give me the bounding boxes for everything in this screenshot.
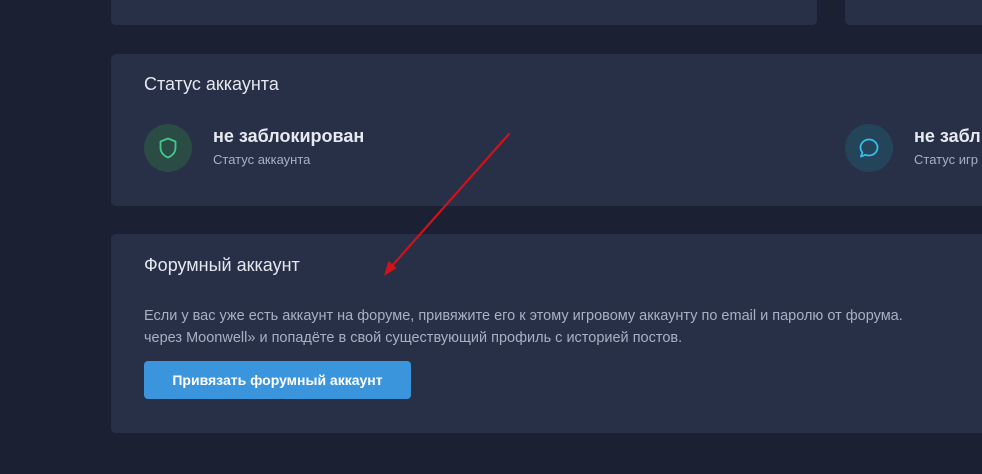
account-status-title: Статус аккаунта [144,74,279,94]
account-status-card: Статус аккаунта не заблокирован Статус а… [111,54,982,206]
account-block-status-label: Статус аккаунта [213,152,311,167]
top-right-card [845,0,982,25]
game-status-value: не забл [914,126,981,146]
link-forum-account-button[interactable]: Привязать форумный аккаунт [144,361,411,399]
forum-description-line-1: Если у вас уже есть аккаунт на форуме, п… [144,308,903,324]
forum-account-card: Форумный аккаунт Если у вас уже есть акк… [111,234,982,433]
game-status-label: Статус игр [914,152,978,167]
shield-icon [144,124,192,172]
chat-bubble-icon [845,124,893,172]
forum-account-description: Если у вас уже есть аккаунт на форуме, п… [144,305,982,349]
top-left-card [111,0,817,25]
account-block-status-value: не заблокирован [213,126,365,146]
forum-account-title: Форумный аккаунт [144,255,300,275]
forum-description-line-2: через Moonwell» и попадёте в свой сущест… [144,330,683,346]
